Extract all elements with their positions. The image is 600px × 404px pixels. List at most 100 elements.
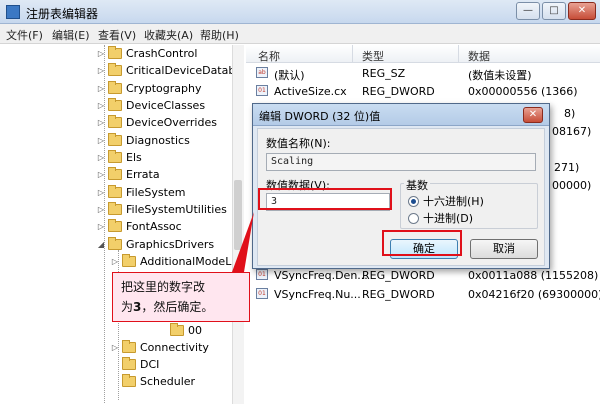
tree-item[interactable]: ▷ DeviceClasses (96, 97, 205, 114)
dialog-title-bar[interactable]: 编辑 DWORD (32 位)值 ✕ (253, 104, 549, 126)
folder-icon (122, 254, 136, 267)
folder-icon (108, 115, 122, 128)
expand-arrow-icon[interactable]: ▷ (96, 101, 106, 110)
dialog-title: 编辑 DWORD (32 位)值 (259, 110, 381, 123)
value-name: VSyncFreq.Den... (274, 269, 368, 282)
tree-item-graphicsdrivers[interactable]: ◢ GraphicsDrivers (96, 236, 214, 253)
tree-item[interactable]: Scheduler (110, 373, 195, 390)
tree-item[interactable]: ▷ Cryptography (96, 80, 201, 97)
base-label: 基数 (404, 177, 430, 193)
tree-item[interactable]: ▷ AdditionalModeLis (110, 253, 240, 270)
value-data: 0x00000556 (1366) (468, 85, 578, 98)
value-type: REG_DWORD (362, 85, 435, 98)
dialog-close-button[interactable]: ✕ (523, 107, 543, 123)
radio-hexadecimal[interactable]: 十六进制(H) (408, 193, 484, 209)
tree-item-label: Cryptography (126, 82, 202, 95)
column-data-header[interactable]: 数据 (468, 48, 490, 64)
tree-item[interactable]: ▷ Connectivity (110, 339, 209, 356)
expand-arrow-icon[interactable]: ▷ (96, 118, 106, 127)
cancel-button[interactable]: 取消 (470, 239, 538, 259)
folder-icon (170, 323, 184, 336)
tree-item[interactable]: ▷ CriticalDeviceDatabase (96, 62, 244, 79)
column-divider[interactable] (352, 45, 353, 63)
column-name-header[interactable]: 名称 (258, 48, 280, 64)
string-value-icon: ab (256, 67, 268, 78)
tree-item[interactable]: ▷ FileSystemUtilities (96, 201, 227, 218)
folder-icon (108, 237, 122, 250)
expand-arrow-icon[interactable]: ▷ (96, 170, 106, 179)
value-data: (数值未设置) (468, 69, 532, 82)
expand-arrow-icon[interactable]: ▷ (96, 66, 106, 75)
registry-app-icon (6, 5, 20, 19)
expand-arrow-icon[interactable]: ▷ (110, 257, 120, 266)
folder-icon (108, 63, 122, 76)
radio-unselected-icon[interactable] (408, 212, 419, 224)
folder-icon (108, 98, 122, 111)
value-name-field[interactable]: Scaling (266, 153, 536, 171)
collapse-arrow-icon[interactable]: ◢ (96, 240, 106, 249)
registry-tree[interactable]: ▷ CrashControl ▷ CriticalDeviceDatabase … (0, 45, 244, 404)
radio-label: 十进制(D) (423, 212, 474, 225)
folder-icon (122, 357, 136, 370)
tree-item[interactable]: ▷ Els (96, 149, 142, 166)
tree-item-label: AdditionalModeLis (140, 255, 241, 268)
menu-bar: 文件(F) 编辑(E) 查看(V) 收藏夹(A) 帮助(H) (0, 24, 600, 44)
menu-view[interactable]: 查看(V) (98, 27, 136, 43)
tree-item[interactable]: DCI (110, 356, 159, 373)
expand-arrow-icon[interactable]: ▷ (96, 84, 106, 93)
callout-line-1: 把这里的数字改 (121, 280, 206, 294)
tree-item[interactable]: ▷ FontAssoc (96, 218, 182, 235)
list-item[interactable]: 01 ActiveSize.cx REG_DWORD 0x00000556 (1… (246, 82, 600, 100)
menu-help[interactable]: 帮助(H) (200, 27, 239, 43)
folder-icon (108, 219, 122, 232)
folder-icon (108, 185, 122, 198)
expand-arrow-icon[interactable]: ▷ (96, 153, 106, 162)
column-type-header[interactable]: 类型 (362, 48, 384, 64)
folder-icon (122, 340, 136, 353)
callout-text: 为 (121, 300, 134, 314)
expand-arrow-icon[interactable]: ▷ (110, 343, 120, 352)
menu-edit[interactable]: 编辑(E) (52, 27, 90, 43)
expand-arrow-icon[interactable]: ▷ (96, 136, 106, 145)
radio-decimal[interactable]: 十进制(D) (408, 210, 473, 226)
tree-item-label: DCI (140, 358, 160, 371)
close-button[interactable]: ✕ (568, 2, 596, 20)
list-item[interactable]: ab (默认) REG_SZ (数值未设置) (246, 64, 600, 82)
menu-favorites[interactable]: 收藏夹(A) (144, 27, 193, 43)
value-name-label: 数值名称(N): (266, 137, 331, 150)
minimize-button[interactable]: — (516, 2, 540, 20)
tree-item[interactable]: ▷ DeviceOverrides (96, 114, 217, 131)
callout-text: ，然后确定。 (141, 300, 214, 314)
tree-item-label: FileSystemUtilities (126, 203, 227, 216)
column-divider[interactable] (458, 45, 459, 63)
tree-item[interactable]: ▷ CrashControl (96, 45, 197, 62)
value-type: REG_DWORD (362, 288, 435, 301)
tree-item-label: FileSystem (126, 186, 186, 199)
expand-arrow-icon[interactable]: ▷ (96, 222, 106, 231)
tree-item-label: Errata (126, 168, 160, 181)
tree-scrollbar-thumb[interactable] (234, 180, 242, 250)
maximize-button[interactable]: □ (542, 2, 566, 20)
tree-item-label: DeviceOverrides (126, 116, 217, 129)
value-type: REG_DWORD (362, 269, 435, 282)
tree-item[interactable]: ▷ Diagnostics (96, 132, 190, 149)
tree-item-label: FontAssoc (126, 220, 182, 233)
expand-arrow-icon[interactable]: ▷ (96, 205, 106, 214)
list-item[interactable]: 01 VSyncFreq.Nu... REG_DWORD 0x04216f20 … (246, 285, 600, 303)
callout-line-2: 为3，然后确定。 (121, 297, 241, 317)
window-title: 注册表编辑器 (26, 7, 99, 21)
radio-selected-icon[interactable] (408, 195, 419, 207)
tree-item-label: CrashControl (126, 47, 198, 60)
folder-icon (108, 202, 122, 215)
binary-value-icon: 01 (256, 269, 268, 280)
tree-item[interactable]: 00 (158, 322, 202, 339)
tree-item[interactable]: ▷ FileSystem (96, 184, 185, 201)
value-data: 0x0011a088 (1155208) (468, 269, 599, 282)
expand-arrow-icon[interactable]: ▷ (96, 49, 106, 58)
menu-file[interactable]: 文件(F) (6, 27, 43, 43)
expand-arrow-icon[interactable]: ▷ (96, 188, 106, 197)
tree-item[interactable]: ▷ Errata (96, 166, 160, 183)
tree-item-label: CriticalDeviceDatabase (126, 64, 244, 77)
list-header: 名称 类型 数据 (246, 45, 600, 63)
value-name: ActiveSize.cx (274, 85, 347, 98)
